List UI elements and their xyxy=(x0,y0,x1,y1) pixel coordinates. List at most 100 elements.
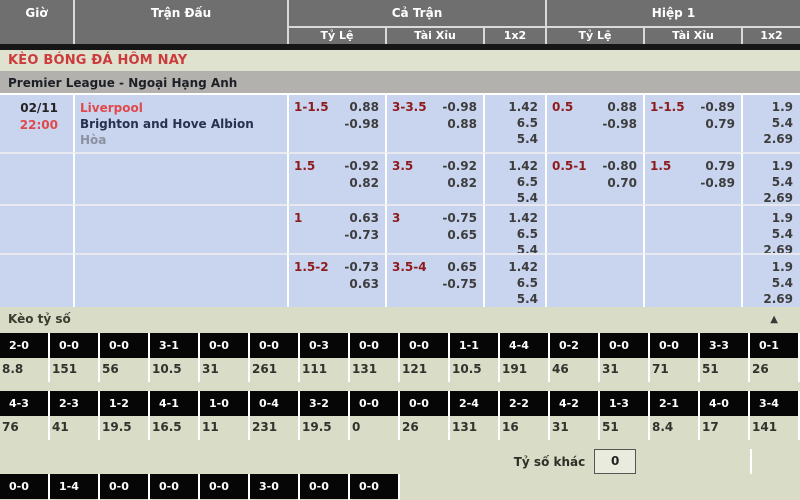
score-odds-value: 151 xyxy=(50,358,98,382)
score-odds-cell[interactable]: 1-3 51 xyxy=(600,391,650,440)
score-odds-cell[interactable]: 4-3 76 xyxy=(0,391,50,440)
other-score-box[interactable]: 0 xyxy=(594,449,636,474)
odds-value: 0.88 xyxy=(344,99,379,116)
score-odds-cell[interactable]: 0-0 26 xyxy=(400,391,450,440)
collapse-icon[interactable]: ▲ xyxy=(770,314,778,325)
score-odds-cell[interactable]: 4-4 191 xyxy=(500,333,550,382)
score-odds-cell[interactable]: 4-0 17 xyxy=(700,391,750,440)
score-odds-cell[interactable]: 0-0 271 xyxy=(350,474,400,500)
correct-score-title: Kèo tỷ số xyxy=(8,312,71,326)
handicap-line: 0.5 xyxy=(552,99,573,152)
score-odds-cell[interactable]: 3-2 19.5 xyxy=(300,391,350,440)
score-odds-cell[interactable]: 0-0 221 xyxy=(150,474,200,500)
score-odds-cell[interactable]: 2-3 41 xyxy=(50,391,100,440)
score-odds-cell[interactable]: 0-0 56 xyxy=(100,333,150,382)
score-label: 2-0 xyxy=(0,333,48,358)
odds-value: 5.4 xyxy=(485,131,538,147)
score-odds-cell[interactable]: 1-1 10.5 xyxy=(450,333,500,382)
ft-overunder-cell[interactable]: 3 -0.75 0.65 xyxy=(385,204,483,258)
header-col-match: Trận Đấu xyxy=(73,0,287,44)
score-odds-cell[interactable]: 3-3 51 xyxy=(700,333,750,382)
score-odds-value: 11 xyxy=(200,416,248,440)
score-odds-cell[interactable]: 1-0 11 xyxy=(200,391,250,440)
score-odds-cell[interactable]: 0-0 71 xyxy=(300,474,350,500)
score-label: 0-0 xyxy=(200,474,248,499)
ft-overunder-cell[interactable]: 3.5 -0.92 0.82 xyxy=(385,152,483,206)
score-odds-cell[interactable]: 0-0 31 xyxy=(200,333,250,382)
score-odds-cell[interactable]: 0-0 31 xyxy=(600,333,650,382)
h1-1x2-cell[interactable]: 1.9 5.4 2.69 xyxy=(741,152,800,206)
odds-value: 5.4 xyxy=(485,291,538,307)
score-label: 0-0 xyxy=(350,391,398,416)
ft-handicap-cell[interactable]: 1.5 -0.92 0.82 xyxy=(287,152,385,206)
odds-value: 0.79 xyxy=(700,158,735,175)
score-odds-cell[interactable]: 0-0 0 xyxy=(350,391,400,440)
h1-overunder-cell[interactable]: 1-1.5 -0.89 0.79 xyxy=(643,95,741,152)
score-odds-cell[interactable]: 0-3 111 xyxy=(300,333,350,382)
h1-handicap-cell-empty xyxy=(545,204,643,258)
h1-1x2-cell[interactable]: 1.9 5.4 2.69 xyxy=(741,95,800,152)
handicap-odds: -0.73 0.63 xyxy=(344,259,379,307)
score-label: 0-0 xyxy=(350,333,398,358)
score-row-3: Tỷ số khác 0 0-0 271 1-4 141 0-0 211 xyxy=(0,449,800,500)
score-odds-cell[interactable]: 0-2 46 xyxy=(550,333,600,382)
h1-1x2-cell[interactable]: 1.9 5.4 2.69 xyxy=(741,204,800,258)
odds-value: 2.69 xyxy=(743,291,793,307)
score-odds-cell[interactable]: 2-2 16 xyxy=(500,391,550,440)
score-odds-cell[interactable]: 2-1 8.4 xyxy=(650,391,700,440)
h1-overunder-cell[interactable]: 1.5 0.79 -0.89 xyxy=(643,152,741,206)
score-label: 3-4 xyxy=(750,391,798,416)
score-odds-cell[interactable]: 0-0 151 xyxy=(200,474,250,500)
score-odds-cell[interactable]: 4-1 16.5 xyxy=(150,391,200,440)
h1-handicap-cell[interactable]: 0.5 0.88 -0.98 xyxy=(545,95,643,152)
score-odds-cell[interactable]: 3-1 10.5 xyxy=(150,333,200,382)
h1-handicap-cell-empty xyxy=(545,253,643,307)
ft-1x2-cell[interactable]: 1.42 6.5 5.4 xyxy=(483,95,545,152)
score-odds-cell[interactable]: 0-0 131 xyxy=(350,333,400,382)
odds-value: 1.42 xyxy=(485,99,538,115)
odds-value: 0.88 xyxy=(442,116,477,133)
correct-score-section: Kèo tỷ số ▲ 2-0 8.8 0-0 151 0-0 56 xyxy=(0,305,800,500)
score-odds-cell[interactable]: 0-4 231 xyxy=(250,391,300,440)
overunder-odds: 0.65 -0.75 xyxy=(442,259,477,307)
score-odds-cell[interactable]: 0-0 271 xyxy=(0,474,50,500)
score-odds-cell[interactable]: 0-0 71 xyxy=(650,333,700,382)
header-h1-1x2: 1x2 xyxy=(741,28,800,44)
score-label: 0-0 xyxy=(350,474,398,499)
score-odds-cell[interactable]: 3-4 141 xyxy=(750,391,800,440)
handicap-line: 0.5-1 xyxy=(552,158,587,206)
odds-value: 0.65 xyxy=(442,259,477,276)
ft-handicap-cell[interactable]: 1.5-2 -0.73 0.63 xyxy=(287,253,385,307)
score-odds-cell[interactable]: 0-0 151 xyxy=(50,333,100,382)
ft-overunder-cell[interactable]: 3-3.5 -0.98 0.88 xyxy=(385,95,483,152)
score-odds-cell[interactable]: 1-2 19.5 xyxy=(100,391,150,440)
odds-value: 1.42 xyxy=(485,158,538,174)
score-odds-value: 71 xyxy=(650,358,698,382)
score-odds-cell[interactable]: 0-0 121 xyxy=(400,333,450,382)
ft-handicap-cell[interactable]: 1 0.63 -0.73 xyxy=(287,204,385,258)
h1-1x2-cell[interactable]: 1.9 5.4 2.69 xyxy=(741,253,800,307)
ft-overunder-cell[interactable]: 3.5-4 0.65 -0.75 xyxy=(385,253,483,307)
score-odds-cell[interactable]: 0-1 26 xyxy=(750,333,800,382)
ft-1x2-cell[interactable]: 1.42 6.5 5.4 xyxy=(483,253,545,307)
h1-handicap-cell[interactable]: 0.5-1 -0.80 0.70 xyxy=(545,152,643,206)
score-odds-value: 10.5 xyxy=(150,358,198,382)
match-teams-cell[interactable]: Liverpool Brighton and Hove Albion Hòa xyxy=(73,95,287,152)
h1-overunder-cell-empty xyxy=(643,204,741,258)
score-odds-value: 51 xyxy=(700,358,748,382)
score-odds-cell[interactable]: 4-2 31 xyxy=(550,391,600,440)
overunder-line: 1-1.5 xyxy=(650,99,685,152)
ft-1x2-cell[interactable]: 1.42 6.5 5.4 xyxy=(483,204,545,258)
score-label: 4-3 xyxy=(0,391,48,416)
ft-handicap-cell[interactable]: 1-1.5 0.88 -0.98 xyxy=(287,95,385,152)
score-odds-value: 46 xyxy=(550,358,598,382)
score-odds-cell[interactable]: 0-0 211 xyxy=(100,474,150,500)
ft-1x2-cell[interactable]: 1.42 6.5 5.4 xyxy=(483,152,545,206)
score-odds-cell[interactable]: 2-4 131 xyxy=(450,391,500,440)
score-odds-cell[interactable]: 3-0 10.5 xyxy=(250,474,300,500)
score-odds-cell[interactable]: 1-4 141 xyxy=(50,474,100,500)
odds-value: 0.82 xyxy=(442,175,477,192)
handicap-odds: 0.63 -0.73 xyxy=(344,210,379,258)
score-odds-cell[interactable]: 2-0 8.8 xyxy=(0,333,50,382)
score-odds-cell[interactable]: 0-0 261 xyxy=(250,333,300,382)
